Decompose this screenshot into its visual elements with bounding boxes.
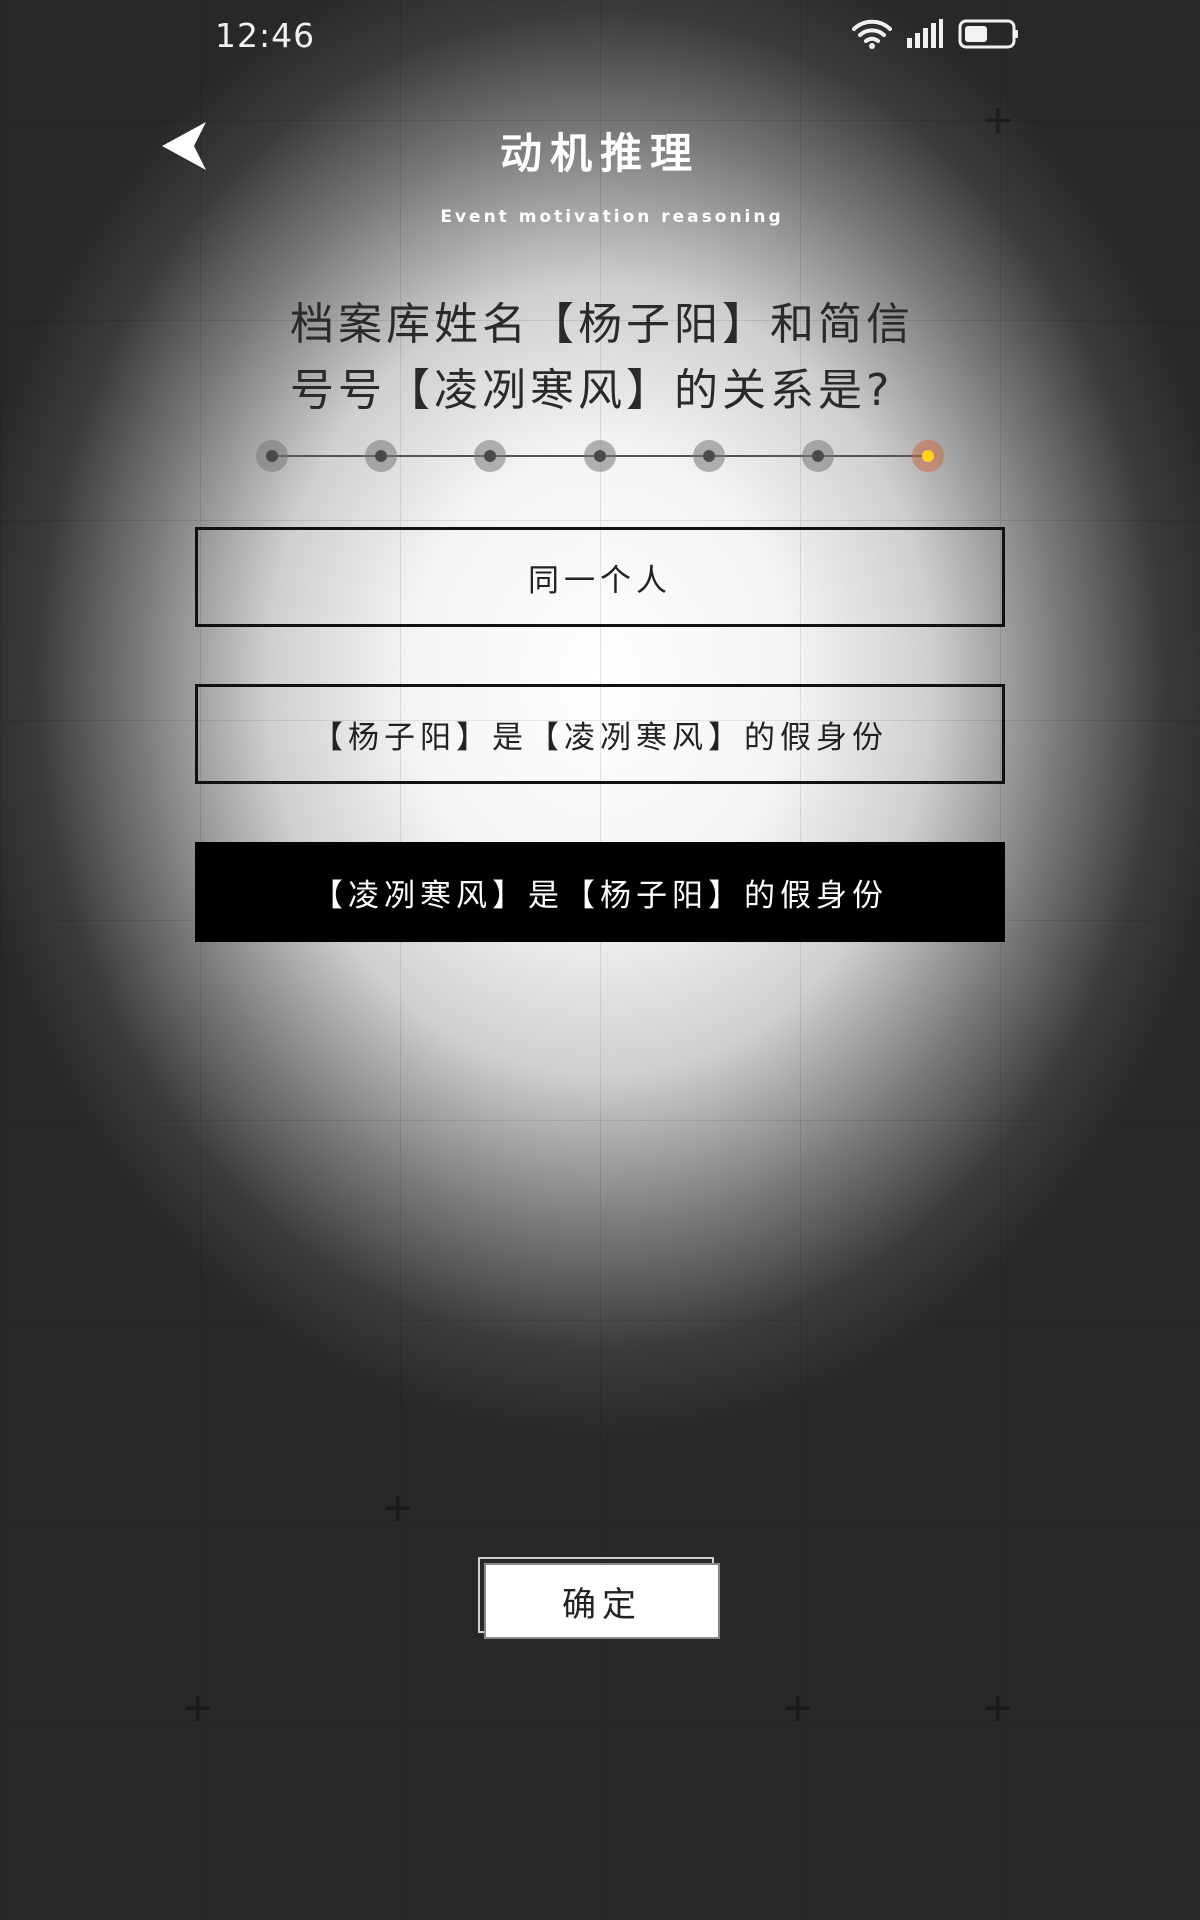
wifi-icon (852, 18, 892, 50)
status-icons (852, 18, 1020, 50)
status-bar: 12:46 (0, 0, 1200, 72)
progress-step (256, 440, 288, 472)
option-label: 同一个人 (528, 562, 672, 599)
option-yang-fake-identity[interactable]: 【杨子阳】是【凌冽寒风】的假身份 (195, 684, 1005, 784)
question-text: 档案库姓名【杨子阳】和简信号号【凌冽寒风】的关系是? (290, 299, 914, 416)
grid-cross-mark: + (381, 1485, 415, 1531)
progress-step (802, 440, 834, 472)
status-time: 12:46 (215, 16, 316, 55)
progress-stepper (256, 436, 944, 476)
grid-cross-mark: + (781, 1685, 815, 1731)
option-linglie-fake-identity[interactable]: 【凌冽寒风】是【杨子阳】的假身份 (195, 842, 1005, 942)
page-subtitle: Event motivation reasoning (440, 207, 784, 227)
progress-step (584, 440, 616, 472)
page-title: 动机推理 (499, 129, 700, 178)
battery-icon (958, 18, 1020, 50)
grid-cross-mark: + (981, 1685, 1015, 1731)
grid-cross-mark: + (181, 1685, 215, 1731)
option-label: 【杨子阳】是【凌冽寒风】的假身份 (312, 719, 888, 756)
confirm-button[interactable]: 确定 (484, 1563, 720, 1639)
confirm-label: 确定 (562, 1584, 642, 1625)
progress-step (474, 440, 506, 472)
progress-step-current (912, 440, 944, 472)
option-same-person[interactable]: 同一个人 (195, 527, 1005, 627)
progress-step (693, 440, 725, 472)
progress-step (365, 440, 397, 472)
option-label: 【凌冽寒风】是【杨子阳】的假身份 (312, 877, 888, 914)
signal-icon (906, 18, 944, 50)
